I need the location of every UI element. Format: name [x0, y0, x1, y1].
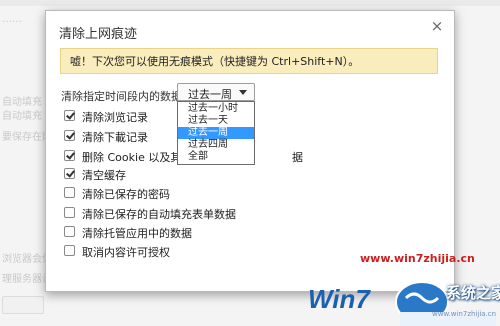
background-text: 自动填充: [2, 97, 42, 108]
incognito-tip-banner: 嘘！下次您可以使用无痕模式（快捷键为 Ctrl+Shift+N）。: [60, 48, 438, 74]
time-range-label: 清除指定时间段内的数据：: [61, 90, 193, 103]
dialog-title: 清除上网痕迹: [59, 27, 138, 42]
clear-cookies-checkbox[interactable]: [64, 150, 75, 161]
clear-passwords-checkbox[interactable]: [64, 187, 75, 198]
clear-downloads-checkbox[interactable]: [64, 130, 75, 141]
revoke-content-licenses-checkbox[interactable]: [64, 245, 75, 256]
watermark-url: www.win7zhijia.cn: [360, 252, 475, 265]
background-top-bar: [0, 0, 500, 6]
clear-browsing-data-dialog: 清除上网痕迹 × 嘘！下次您可以使用无痕模式（快捷键为 Ctrl+Shift+N…: [45, 10, 455, 292]
clear-history-label: 清除浏览记录: [82, 111, 148, 124]
watermark-small-text: www.win7zhijia.cn: [432, 310, 497, 318]
watermark-site-name: 系统之家: [446, 284, 500, 302]
revoke-content-licenses-label: 取消内容许可授权: [82, 246, 170, 259]
clear-autofill-checkbox[interactable]: [64, 207, 75, 218]
time-range-dropdown-list: 过去一小时 过去一天 过去一周 过去四周 全部: [177, 101, 255, 165]
time-range-option[interactable]: 过去一天: [178, 115, 254, 127]
clear-cache-label: 清空缓存: [82, 169, 126, 182]
clear-hosted-app-data-checkbox[interactable]: [64, 226, 75, 237]
clear-passwords-label: 清除已保存的密码: [82, 188, 170, 201]
clear-cache-checkbox[interactable]: [64, 168, 75, 179]
clear-cookies-label-tail: 据: [292, 151, 303, 164]
background-button: [2, 296, 44, 314]
clear-cookies-label: 删除 Cookie 以及其他: [82, 151, 193, 164]
time-range-option[interactable]: 全部: [178, 151, 254, 163]
time-range-value: 过去一周: [188, 88, 232, 101]
clear-downloads-label: 清除下載记录: [82, 131, 148, 144]
close-icon[interactable]: ×: [429, 18, 445, 34]
clear-hosted-app-data-label: 清除托管应用中的数据: [82, 227, 192, 240]
chevron-down-icon: [239, 90, 247, 95]
time-range-option[interactable]: 过去一小时: [178, 103, 254, 115]
background-text: 自动填充: [2, 111, 42, 122]
clear-autofill-label: 清除已保存的自动填充表单数据: [82, 208, 236, 221]
clear-history-checkbox[interactable]: [64, 110, 75, 121]
svg-text:Win7: Win7: [308, 284, 371, 314]
time-range-select[interactable]: 过去一周: [177, 83, 255, 101]
time-range-option[interactable]: 过去四周: [178, 139, 254, 151]
time-range-option-selected[interactable]: 过去一周: [178, 127, 254, 139]
background-text: ……: [2, 14, 22, 25]
banner-text: 嘘！下次您可以使用无痕模式（快捷键为 Ctrl+Shift+N）。: [70, 55, 360, 68]
